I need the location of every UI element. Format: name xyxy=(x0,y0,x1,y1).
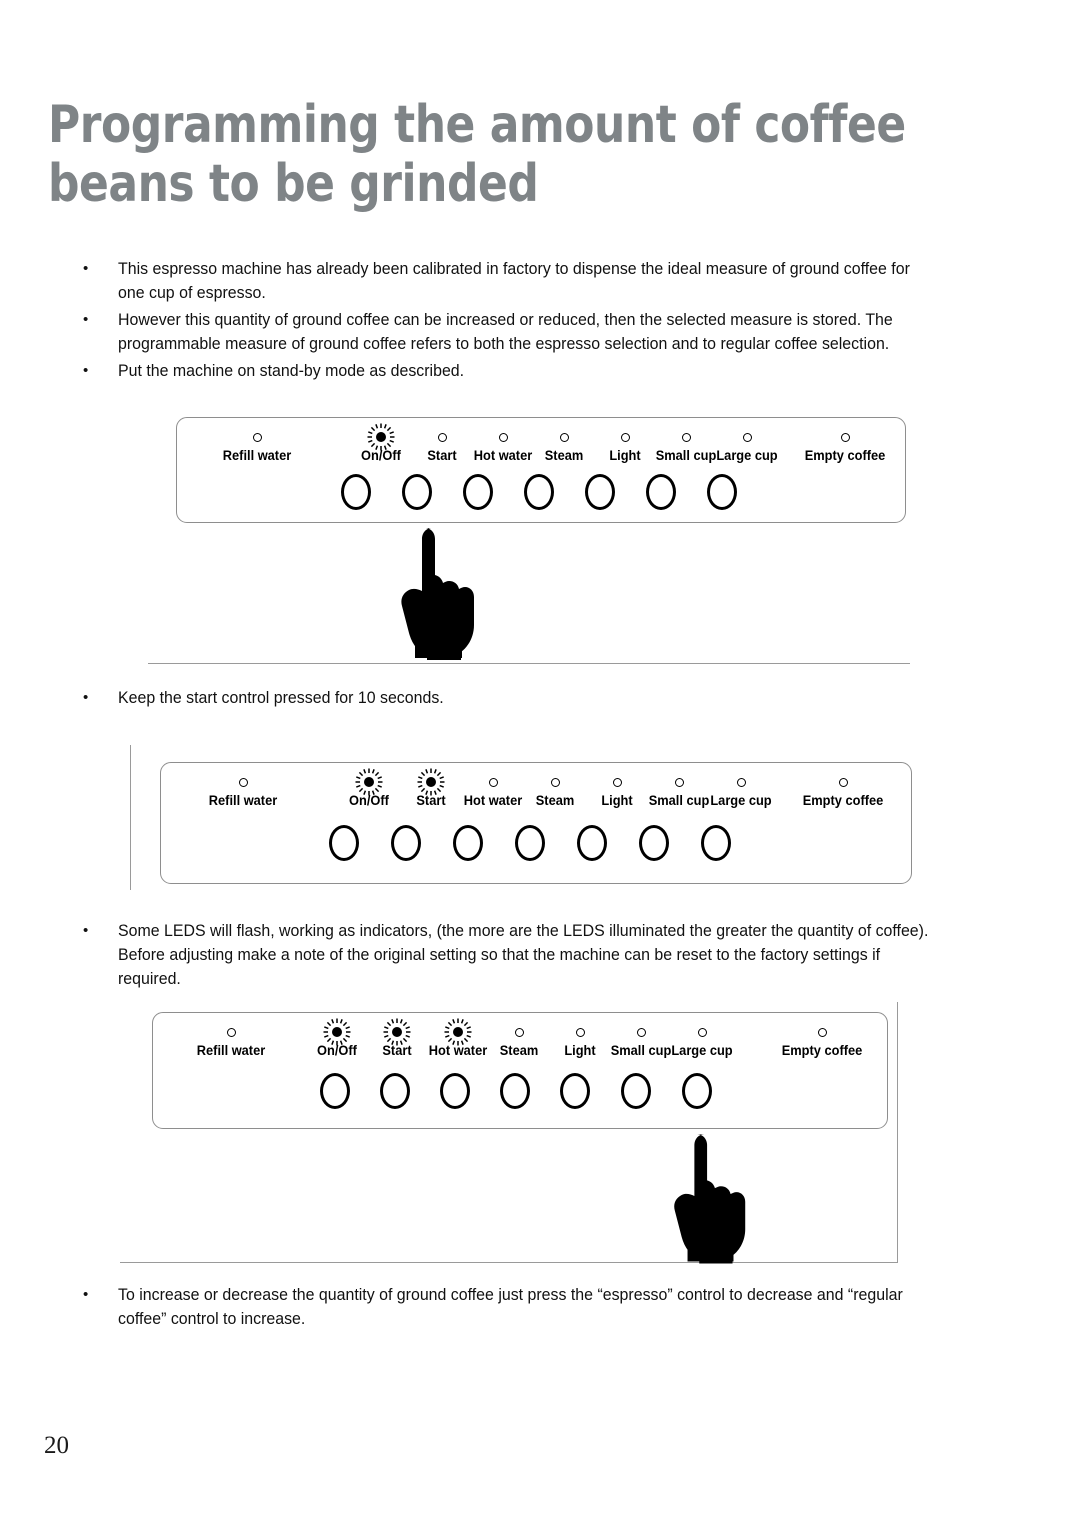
list-item: • Put the machine on stand-by mode as de… xyxy=(78,360,968,384)
button-steam[interactable] xyxy=(515,825,545,861)
button-hot-water[interactable] xyxy=(453,825,483,861)
button-on-off[interactable] xyxy=(341,474,371,510)
list-item: • This espresso machine has already been… xyxy=(78,258,968,306)
button-light[interactable] xyxy=(585,474,615,510)
pointing-hand-icon xyxy=(667,1126,755,1264)
button-light[interactable] xyxy=(560,1073,590,1109)
button-hot-water[interactable] xyxy=(440,1073,470,1109)
control-panel-standby: Refill water On/Off Start Hot water Stea… xyxy=(176,417,906,523)
list-item-text: However this quantity of ground coffee c… xyxy=(118,310,893,353)
button-start[interactable] xyxy=(402,474,432,510)
button-on-off[interactable] xyxy=(329,825,359,861)
bullet-marker-icon: • xyxy=(83,310,89,328)
list-item-text: Put the machine on stand-by mode as desc… xyxy=(118,361,465,380)
list-item: • To increase or decrease the quantity o… xyxy=(78,1284,968,1332)
list-item: • Keep the start control pressed for 10 … xyxy=(78,687,968,711)
list-item-text: Some LEDS will flash, working as indicat… xyxy=(118,922,929,988)
page-number: 20 xyxy=(44,1432,69,1459)
button-on-off[interactable] xyxy=(320,1073,350,1109)
intro-bullet-list: • This espresso machine has already been… xyxy=(78,258,968,387)
bullet-marker-icon: • xyxy=(83,689,89,706)
bullet-list-2: • Keep the start control pressed for 10 … xyxy=(78,687,968,714)
page-title: Programming the amount of coffee beans t… xyxy=(48,95,906,215)
control-panel-start-held: Refill water On/Off Start Hot water Stea… xyxy=(160,762,912,884)
pointing-hand-icon xyxy=(394,520,484,660)
button-small-cup[interactable] xyxy=(639,825,669,861)
control-panel-leds-flashing: Refill water On/Off Start Hot water Stea… xyxy=(152,1012,888,1129)
button-steam[interactable] xyxy=(500,1073,530,1109)
bullet-marker-icon: • xyxy=(83,260,89,277)
bullet-marker-icon: • xyxy=(83,922,89,939)
bullet-marker-icon: • xyxy=(83,1286,89,1303)
button-small-cup[interactable] xyxy=(621,1073,651,1109)
button-large-cup[interactable] xyxy=(682,1073,712,1109)
button-steam[interactable] xyxy=(524,474,554,510)
bullet-list-3: • Some LEDS will flash, working as indic… xyxy=(78,920,968,995)
button-small-cup[interactable] xyxy=(646,474,676,510)
bullet-list-4: • To increase or decrease the quantity o… xyxy=(78,1284,968,1335)
list-item-text: To increase or decrease the quantity of … xyxy=(118,1286,903,1328)
list-item: • Some LEDS will flash, working as indic… xyxy=(78,920,968,992)
list-item-text: This espresso machine has already been c… xyxy=(118,260,910,302)
button-row xyxy=(153,1013,887,1128)
bullet-marker-icon: • xyxy=(83,361,89,379)
list-item: • However this quantity of ground coffee… xyxy=(78,309,968,357)
button-large-cup[interactable] xyxy=(707,474,737,510)
button-start[interactable] xyxy=(380,1073,410,1109)
button-hot-water[interactable] xyxy=(463,474,493,510)
manual-page: Programming the amount of coffee beans t… xyxy=(0,0,1080,1527)
button-light[interactable] xyxy=(577,825,607,861)
list-item-text: Keep the start control pressed for 10 se… xyxy=(118,689,444,707)
button-row xyxy=(161,763,911,883)
button-large-cup[interactable] xyxy=(701,825,731,861)
button-start[interactable] xyxy=(391,825,421,861)
button-row xyxy=(177,418,905,522)
